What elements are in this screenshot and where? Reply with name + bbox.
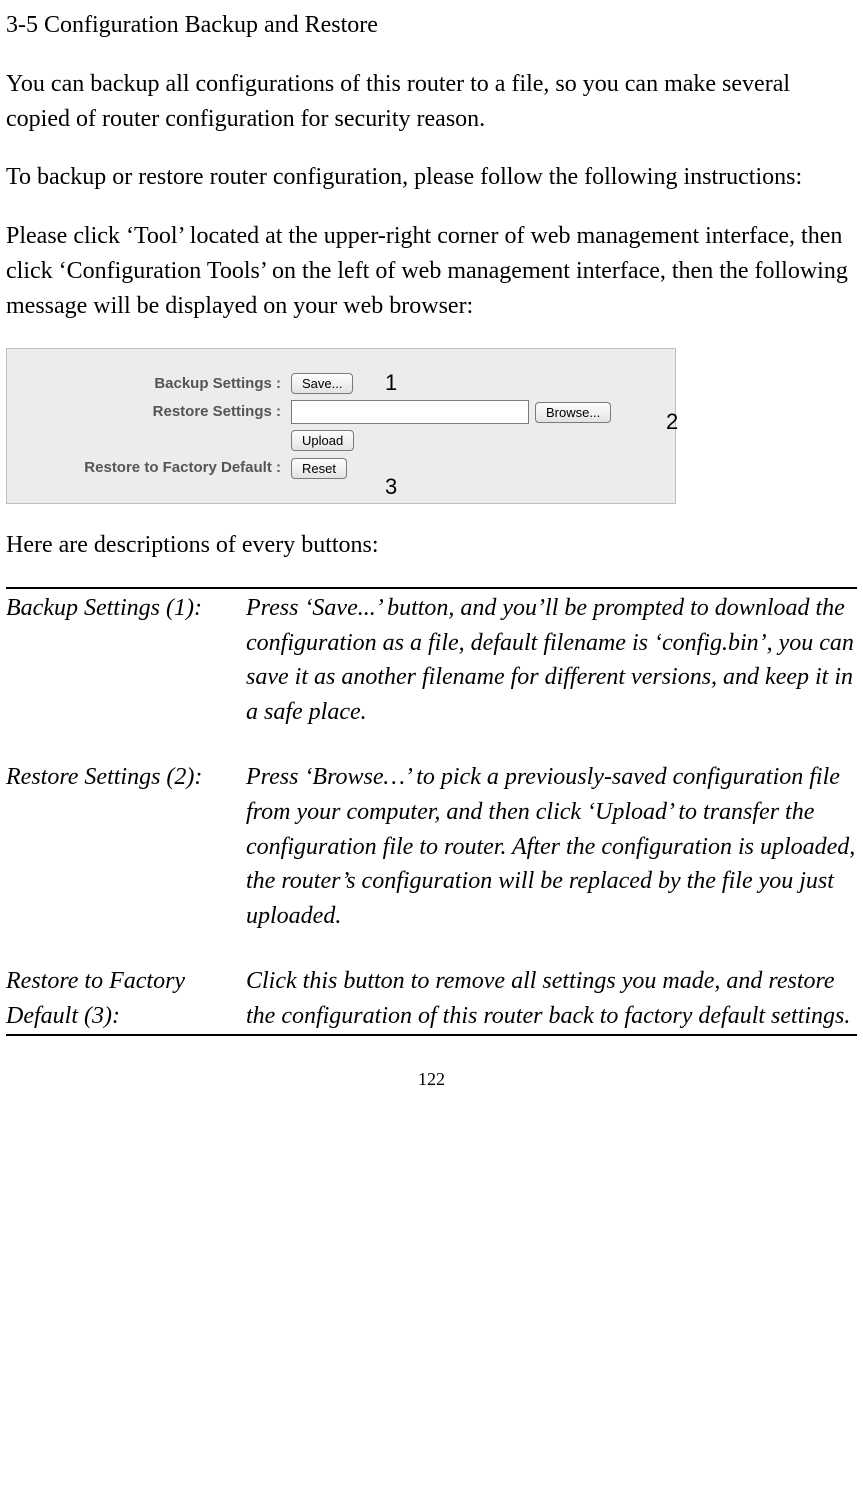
- page-number: 122: [6, 1066, 857, 1092]
- paragraph-3: Please click ‘Tool’ located at the upper…: [6, 219, 857, 323]
- section-heading: 3‑5 Configuration Backup and Restore: [6, 8, 857, 43]
- backup-settings-label: Backup Settings :: [21, 373, 291, 395]
- descriptions-intro: Here are descriptions of every buttons:: [6, 528, 857, 563]
- config-tools-screenshot: Backup Settings : Save... Restore Settin…: [6, 348, 676, 505]
- annotation-3: 3: [385, 471, 397, 503]
- desc-val-factory: Click this button to remove all settings…: [246, 964, 857, 1034]
- desc-key-factory: Restore to Factory Default (3):: [6, 964, 246, 1034]
- save-button[interactable]: Save...: [291, 373, 353, 394]
- table-row: Restore Settings (2): Press ‘Browse…’ to…: [6, 758, 857, 934]
- desc-key-backup: Backup Settings (1):: [6, 591, 246, 730]
- reset-button[interactable]: Reset: [291, 458, 347, 479]
- restore-file-input[interactable]: [291, 400, 529, 424]
- paragraph-2: To backup or restore router configuratio…: [6, 160, 857, 195]
- desc-val-backup: Press ‘Save...’ button, and you’ll be pr…: [246, 591, 857, 730]
- upload-button[interactable]: Upload: [291, 430, 354, 451]
- table-row: Restore to Factory Default (3): Click th…: [6, 962, 857, 1034]
- paragraph-1: You can backup all configurations of thi…: [6, 67, 857, 137]
- desc-val-restore: Press ‘Browse…’ to pick a previously-sav…: [246, 760, 857, 934]
- browse-button[interactable]: Browse...: [535, 402, 611, 423]
- descriptions-table: Backup Settings (1): Press ‘Save...’ but…: [6, 587, 857, 1036]
- annotation-1: 1: [385, 367, 397, 399]
- table-row: Backup Settings (1): Press ‘Save...’ but…: [6, 589, 857, 730]
- factory-default-label: Restore to Factory Default :: [21, 457, 291, 479]
- restore-settings-label: Restore Settings :: [21, 401, 291, 423]
- annotation-2: 2: [666, 406, 678, 438]
- desc-key-restore: Restore Settings (2):: [6, 760, 246, 934]
